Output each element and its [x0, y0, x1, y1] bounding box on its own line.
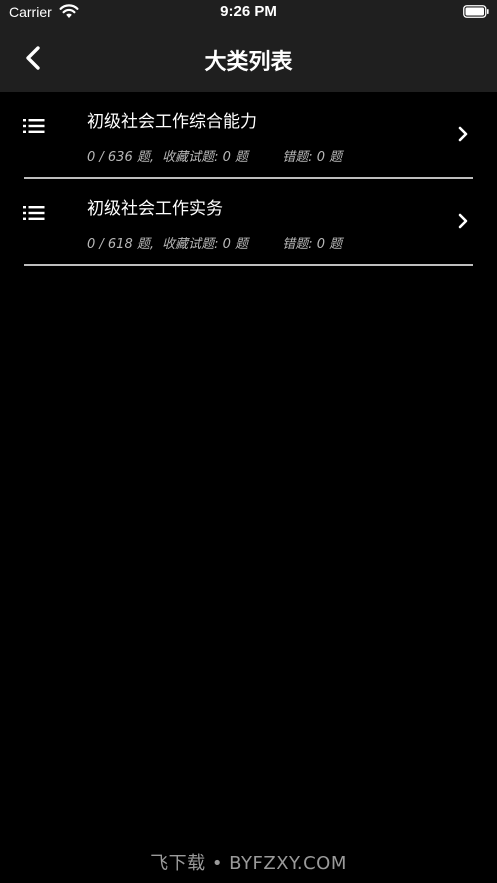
- item-stats: 0 / 618 题, 收藏试题: 0 题 错题: 0 题: [87, 233, 342, 252]
- divider: [24, 264, 473, 266]
- errors-count: 错题: 0 题: [282, 237, 343, 252]
- list-icon: [23, 119, 45, 133]
- favorites-count: 收藏试题: 0 题: [162, 237, 249, 252]
- list-icon: [23, 206, 45, 220]
- category-list: 初级社会工作综合能力 0 / 636 题, 收藏试题: 0 题 错题: 0 题 …: [0, 92, 497, 266]
- list-item[interactable]: 初级社会工作综合能力 0 / 636 题, 收藏试题: 0 题 错题: 0 题: [0, 92, 497, 179]
- battery-icon: [463, 5, 489, 18]
- watermark: 飞下载 • BYFZXY.COM: [150, 853, 347, 874]
- list-item[interactable]: 初级社会工作实务 0 / 618 题, 收藏试题: 0 题 错题: 0 题: [0, 179, 497, 266]
- errors-count: 错题: 0 题: [282, 150, 343, 165]
- chevron-right-icon: [458, 126, 468, 142]
- item-title: 初级社会工作综合能力: [87, 112, 257, 132]
- progress-count: 0 / 636 题,: [87, 150, 154, 165]
- item-title: 初级社会工作实务: [87, 199, 223, 219]
- item-stats: 0 / 636 题, 收藏试题: 0 题 错题: 0 题: [87, 146, 342, 165]
- chevron-right-icon: [458, 213, 468, 229]
- status-bar: Carrier 9:26 PM: [0, 0, 497, 26]
- status-time: 9:26 PM: [220, 3, 277, 20]
- favorites-count: 收藏试题: 0 题: [162, 150, 249, 165]
- navigation-bar: 大类列表: [0, 26, 497, 92]
- page-title: 大类列表: [204, 50, 293, 75]
- progress-count: 0 / 618 题,: [87, 237, 154, 252]
